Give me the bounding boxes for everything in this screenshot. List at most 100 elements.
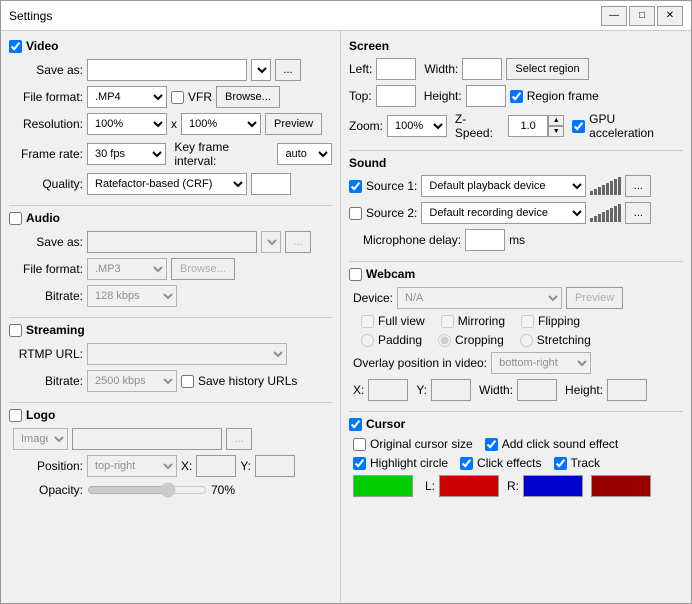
format-select[interactable]: .MP4 (87, 86, 167, 108)
padding-label: Padding (378, 333, 422, 347)
original-size-checkbox[interactable] (353, 438, 366, 451)
logo-y-input[interactable]: 10 (255, 455, 295, 477)
vol2-bar-7 (614, 206, 617, 222)
click-sound-checkbox[interactable] (485, 438, 498, 451)
webcam-width-input[interactable]: 320 (517, 379, 557, 401)
framerate-select[interactable]: 30 fps (87, 143, 166, 165)
video-format-row: File format: .MP4 VFR Browse... (13, 86, 332, 108)
mic-delay-row: Microphone delay: 0 ms (349, 229, 683, 251)
audio-saveas-dropdown[interactable]: ▼ (261, 231, 281, 253)
logo-x-input[interactable]: 10 (196, 455, 236, 477)
mic-delay-input[interactable]: 0 (465, 229, 505, 251)
cropping-radio[interactable] (438, 334, 451, 347)
cursor-checkbox[interactable] (349, 418, 362, 431)
resolution-x-select[interactable]: 100% (87, 113, 167, 135)
streaming-checkbox[interactable] (9, 324, 22, 337)
zspeed-down-btn[interactable]: ▼ (548, 126, 564, 137)
extra-color-btn[interactable] (591, 475, 651, 497)
vfr-checkbox[interactable] (171, 91, 184, 104)
vol-bar-6 (610, 181, 613, 195)
audio-format-row: File format: .MP3 Browse... (13, 258, 332, 280)
logo-position-select[interactable]: top-right (87, 455, 177, 477)
screen-top-input[interactable]: 317 (376, 85, 416, 107)
saveas-browse-btn[interactable]: ... (275, 59, 301, 81)
webcam-preview-btn[interactable]: Preview (566, 287, 623, 309)
gpu-checkbox[interactable] (572, 120, 585, 133)
audio-bitrate-row: Bitrate: 128 kbps (13, 285, 332, 307)
webcam-height-label: Height: (565, 383, 603, 397)
vol2-bar-5 (606, 210, 609, 222)
video-checkbox[interactable] (9, 40, 22, 53)
source1-options-btn[interactable]: ... (625, 175, 651, 197)
logo-opacity-label: Opacity: (13, 483, 83, 497)
webcam-x-input[interactable]: 0 (368, 379, 408, 401)
rtmp-row: RTMP URL: (13, 343, 332, 365)
webcam-checkbox[interactable] (349, 268, 362, 281)
saveas-dropdown[interactable]: ▼ (251, 59, 271, 81)
track-checkbox[interactable] (554, 457, 567, 470)
audio-saveas-input[interactable] (87, 231, 257, 253)
zoom-select[interactable]: 100% (387, 115, 447, 137)
screen-height-input[interactable]: 489 (466, 85, 506, 107)
source2-options-btn[interactable]: ... (625, 202, 651, 224)
highlight-checkbox[interactable] (353, 457, 366, 470)
left-click-color-btn[interactable] (439, 475, 499, 497)
source1-checkbox[interactable] (349, 180, 362, 193)
audio-format-select[interactable]: .MP3 (87, 258, 167, 280)
highlight-color-btn[interactable] (353, 475, 413, 497)
audio-browse-btn[interactable]: ... (285, 231, 311, 253)
vfr-label: VFR (188, 90, 212, 104)
stretching-radio[interactable] (520, 334, 533, 347)
cursor-row1: Original cursor size Add click sound eff… (353, 437, 683, 451)
audio-browse-btn2[interactable]: Browse... (171, 258, 235, 280)
mirroring-checkbox[interactable] (441, 315, 454, 328)
click-sound-label: Add click sound effect (502, 437, 619, 451)
zspeed-up-btn[interactable]: ▲ (548, 115, 564, 126)
right-click-color-btn[interactable] (523, 475, 583, 497)
audio-bitrate-select[interactable]: 128 kbps (87, 285, 177, 307)
minimize-button[interactable]: — (601, 6, 627, 26)
saveas-input[interactable]: Rec <num>.mp4 (87, 59, 247, 81)
browse-btn[interactable]: Browse... (216, 86, 280, 108)
flipping-checkbox[interactable] (521, 315, 534, 328)
gpu-label: GPU acceleration (589, 112, 683, 140)
logo-checkbox[interactable] (9, 409, 22, 422)
resolution-row: Resolution: 100% x 100% Preview (13, 113, 332, 135)
region-frame-checkbox[interactable] (510, 90, 523, 103)
logo-type-select[interactable]: Image (13, 428, 68, 450)
source2-checkbox[interactable] (349, 207, 362, 220)
cursor-row2: Highlight circle Click effects Track (353, 456, 683, 470)
resolution-label: Resolution: (13, 117, 83, 131)
history-checkbox[interactable] (181, 375, 194, 388)
screen-width-input[interactable]: 531 (462, 58, 502, 80)
overlay-select[interactable]: bottom-right (491, 352, 591, 374)
webcam-height-input[interactable]: 240 (607, 379, 647, 401)
padding-radio[interactable] (361, 334, 374, 347)
source2-select[interactable]: Default recording device (421, 202, 586, 224)
resolution-y-select[interactable]: 100% (181, 113, 261, 135)
select-region-btn[interactable]: Select region (506, 58, 588, 80)
close-button[interactable]: ✕ (657, 6, 683, 26)
maximize-button[interactable]: □ (629, 6, 655, 26)
streaming-bitrate-select[interactable]: 2500 kbps (87, 370, 177, 392)
source1-select[interactable]: Default playback device (421, 175, 586, 197)
click-effects-checkbox[interactable] (460, 457, 473, 470)
quality-num[interactable]: 23 (251, 173, 291, 195)
source2-row: Source 2: Default recording device (349, 202, 683, 224)
keyframe-select[interactable]: auto (277, 143, 332, 165)
width-label: Width: (424, 62, 458, 76)
quality-select[interactable]: Ratefactor-based (CRF) (87, 173, 247, 195)
webcam-y-input[interactable]: 0 (431, 379, 471, 401)
preview-btn[interactable]: Preview (265, 113, 322, 135)
device-select[interactable]: N/A (397, 287, 562, 309)
opacity-slider[interactable] (87, 482, 207, 498)
webcam-width-label: Width: (479, 383, 513, 397)
rtmp-input[interactable] (87, 343, 287, 365)
audio-checkbox[interactable] (9, 212, 22, 225)
screen-left-input[interactable]: 653 (376, 58, 416, 80)
left-label: Left: (349, 62, 372, 76)
fullview-checkbox[interactable] (361, 315, 374, 328)
zspeed-input[interactable]: 1.0 (508, 115, 548, 137)
logo-file-input[interactable] (72, 428, 222, 450)
logo-browse-btn[interactable]: ... (226, 428, 252, 450)
